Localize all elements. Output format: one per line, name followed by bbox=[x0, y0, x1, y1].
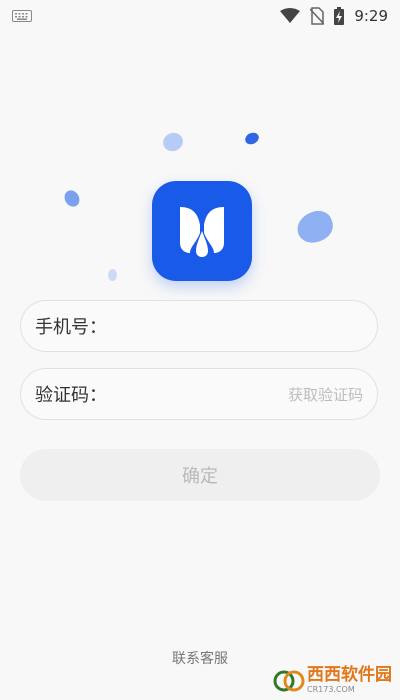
status-bar: 9:29 bbox=[0, 0, 400, 32]
watermark-text: 西西软件园 bbox=[307, 665, 392, 685]
get-code-button[interactable]: 获取验证码 bbox=[288, 384, 363, 405]
watermark: 西西软件园 CR173.COM bbox=[273, 667, 392, 694]
verification-code-label: 验证码： bbox=[35, 385, 107, 406]
watermark-subtext: CR173.COM bbox=[307, 685, 355, 694]
app-logo bbox=[152, 181, 252, 281]
keyboard-icon bbox=[12, 10, 32, 22]
decorative-blob bbox=[160, 130, 186, 154]
verification-code-input[interactable] bbox=[113, 383, 288, 405]
watermark-logo-icon bbox=[273, 670, 305, 691]
app-logo-mark-icon bbox=[180, 207, 224, 257]
wifi-icon bbox=[280, 8, 301, 23]
phone-label: 手机号： bbox=[35, 317, 107, 338]
phone-input[interactable] bbox=[113, 315, 363, 337]
clock: 9:29 bbox=[354, 7, 388, 25]
verification-code-field[interactable]: 验证码： 获取验证码 bbox=[20, 368, 378, 420]
battery-charging-icon bbox=[334, 7, 345, 25]
decorative-blob bbox=[243, 130, 261, 147]
decorative-blob bbox=[292, 206, 338, 248]
no-sim-icon bbox=[310, 7, 325, 25]
decorative-blob bbox=[108, 269, 117, 281]
decorative-blob bbox=[61, 187, 83, 210]
phone-field[interactable]: 手机号： bbox=[20, 300, 378, 352]
confirm-button[interactable]: 确定 bbox=[20, 449, 380, 501]
